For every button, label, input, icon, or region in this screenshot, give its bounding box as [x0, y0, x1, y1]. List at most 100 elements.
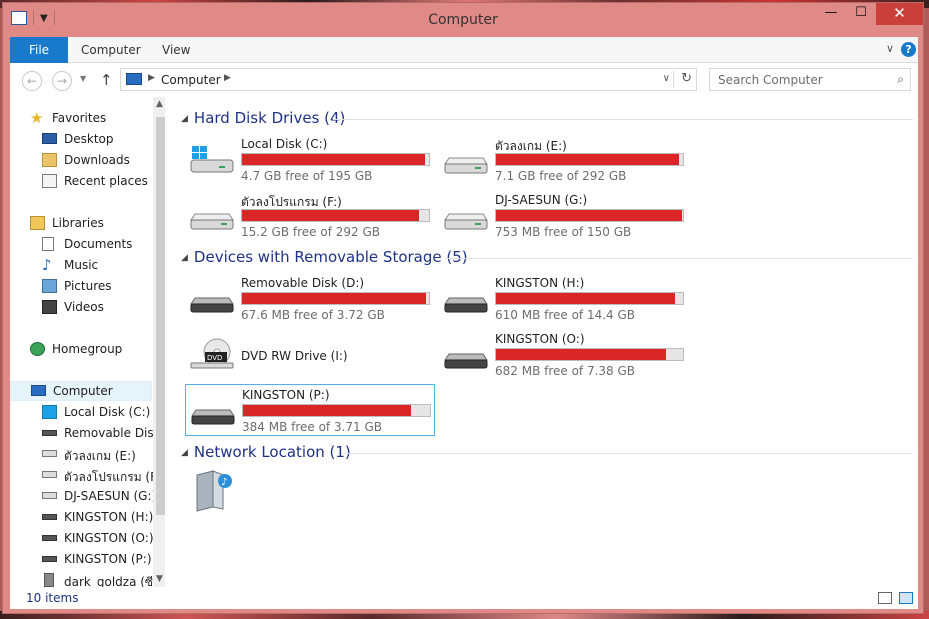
large-icons-view-icon[interactable]	[899, 592, 913, 604]
group-divider	[446, 258, 913, 259]
group-divider	[333, 119, 913, 120]
nav-item-pictures[interactable]: Pictures	[10, 276, 155, 296]
nav-item-desktop[interactable]: Desktop	[10, 129, 155, 149]
nav-item-computer[interactable]: Computer	[10, 381, 152, 401]
nav-item-drive[interactable]: KINGSTON (H:)	[10, 507, 155, 527]
nav-item-favorites[interactable]: ★ Favorites	[10, 108, 155, 128]
breadcrumb-computer[interactable]: Computer	[161, 73, 221, 87]
nav-item-drive[interactable]: KINGSTON (O:)	[10, 528, 155, 548]
hard-drive-icon	[444, 213, 488, 230]
removable-drive-icon	[190, 297, 234, 313]
group-header-network[interactable]: ◢ Network Location (1)	[181, 443, 351, 461]
maximize-button[interactable]: ☐	[846, 3, 876, 25]
drive-tile[interactable]: Local Disk (C:) 4.7 GB free of 195 GB	[185, 134, 435, 186]
recent-locations-icon[interactable]: ▼	[80, 74, 86, 83]
removable-drive-icon	[42, 535, 57, 541]
minimize-button[interactable]: —	[816, 3, 846, 25]
nav-item-label: DJ-SAESUN (G:)	[64, 489, 157, 503]
breadcrumb-arrow-icon[interactable]: ▶	[224, 73, 231, 83]
network-media-icon: ♪	[196, 470, 232, 512]
address-dropdown-icon[interactable]: ∨	[663, 73, 670, 84]
tab-computer[interactable]: Computer	[81, 37, 141, 63]
drive-name: KINGSTON (H:)	[495, 276, 585, 290]
drive-tile[interactable]: DJ-SAESUN (G:) 753 MB free of 150 GB	[439, 190, 689, 242]
drive-tile-selected[interactable]: KINGSTON (P:) 384 MB free of 3.71 GB	[185, 384, 435, 436]
nav-item-drive[interactable]: dark_goldza (ซี)	[10, 570, 158, 587]
usage-bar	[495, 209, 684, 222]
details-view-icon[interactable]	[878, 592, 892, 604]
search-icon[interactable]: ⌕	[897, 72, 904, 87]
nav-item-drive[interactable]: ตัวลงโปรแกรม (F:)	[10, 465, 165, 485]
tab-file[interactable]: File	[10, 37, 68, 63]
nav-item-label: Removable Disk (	[64, 426, 165, 440]
nav-item-drive[interactable]: Removable Disk (	[10, 423, 165, 443]
window-title: Computer	[428, 12, 498, 28]
nav-item-documents[interactable]: Documents	[10, 234, 155, 254]
drive-tile[interactable]: DVD DVD RW Drive (I:)	[185, 329, 435, 381]
nav-item-drive[interactable]: KINGSTON (P:)	[10, 549, 155, 569]
svg-text:♪: ♪	[221, 477, 227, 488]
usage-fill	[496, 154, 679, 165]
search-input[interactable]: Search Computer ⌕	[709, 68, 911, 91]
drive-tile[interactable]: KINGSTON (H:) 610 MB free of 14.4 GB	[439, 273, 689, 325]
usage-fill	[496, 349, 666, 360]
nav-item-label: Downloads	[64, 153, 130, 167]
collapse-chevron-icon[interactable]: ◢	[181, 253, 188, 263]
help-icon[interactable]: ?	[901, 42, 916, 57]
drive-tile[interactable]: KINGSTON (O:) 682 MB free of 7.38 GB	[439, 329, 689, 381]
nav-item-drive[interactable]: DJ-SAESUN (G:)	[10, 486, 157, 506]
collapse-chevron-icon[interactable]: ◢	[181, 448, 188, 458]
drive-free-space: 4.7 GB free of 195 GB	[241, 169, 373, 183]
close-button[interactable]: ✕	[876, 3, 923, 25]
nav-item-label: Documents	[64, 237, 133, 251]
nav-scrollbar[interactable]: ▲ ▼	[153, 97, 165, 587]
nav-item-libraries[interactable]: Libraries	[10, 213, 155, 233]
pictures-icon	[42, 279, 57, 293]
nav-item-music[interactable]: ♪ Music	[10, 255, 155, 275]
star-icon: ★	[30, 109, 44, 127]
removable-drive-icon	[444, 353, 488, 369]
collapse-chevron-icon[interactable]: ◢	[181, 114, 188, 124]
hard-drive-icon	[444, 157, 488, 174]
drive-name: DJ-SAESUN (G:)	[495, 193, 588, 207]
drive-tile[interactable]: ตัวลงโปรแกรม (F:) 15.2 GB free of 292 GB	[185, 190, 435, 242]
scroll-thumb[interactable]	[156, 117, 165, 515]
address-bar[interactable]: ▶ Computer ▶ ∨ ↻	[120, 68, 697, 91]
nav-item-label: Homegroup	[52, 342, 123, 356]
nav-item-downloads[interactable]: Downloads	[10, 150, 155, 170]
expand-ribbon-icon[interactable]: ∨	[886, 42, 894, 55]
nav-item-label: Pictures	[64, 279, 112, 293]
recent-places-icon	[42, 174, 57, 188]
group-header-hdd[interactable]: ◢ Hard Disk Drives (4)	[181, 109, 345, 127]
drive-tile[interactable]: Removable Disk (D:) 67.6 MB free of 3.72…	[185, 273, 435, 325]
nav-item-drive[interactable]: ตัวลงเกม (E:)	[10, 444, 155, 464]
scroll-up-icon[interactable]: ▲	[156, 99, 163, 109]
nav-item-videos[interactable]: Videos	[10, 297, 155, 317]
back-button[interactable]: ←	[22, 71, 42, 91]
tab-view[interactable]: View	[162, 37, 190, 63]
scroll-down-icon[interactable]: ▼	[156, 574, 163, 584]
network-drive-icon	[44, 573, 54, 587]
network-location-tile[interactable]: ♪	[185, 465, 245, 517]
up-arrow-icon[interactable]: ↑	[100, 71, 113, 89]
documents-icon	[42, 237, 54, 251]
refresh-icon[interactable]: ↻	[681, 71, 692, 86]
nav-item-recent-places[interactable]: Recent places	[10, 171, 155, 191]
removable-drive-icon	[42, 556, 57, 562]
breadcrumb-arrow-icon[interactable]: ▶	[148, 73, 155, 83]
title-bar[interactable]: ▼ Computer — ☐ ✕	[3, 3, 923, 36]
nav-item-label: Local Disk (C:)	[64, 405, 151, 419]
forward-button[interactable]: →	[52, 71, 72, 91]
windows-drive-icon	[190, 146, 234, 173]
group-header-removable[interactable]: ◢ Devices with Removable Storage (5)	[181, 248, 468, 266]
hard-drive-icon	[42, 471, 57, 478]
drive-tile[interactable]: ตัวลงเกม (E:) 7.1 GB free of 292 GB	[439, 134, 689, 186]
nav-item-label: Libraries	[52, 216, 104, 230]
usage-bar	[241, 153, 430, 166]
nav-item-homegroup[interactable]: Homegroup	[10, 339, 155, 359]
nav-item-drive[interactable]: Local Disk (C:)	[10, 402, 155, 422]
usage-bar	[495, 153, 684, 166]
nav-item-label: Favorites	[52, 111, 107, 125]
group-title: Devices with Removable Storage (5)	[193, 248, 468, 266]
group-title: Network Location (1)	[193, 443, 351, 461]
